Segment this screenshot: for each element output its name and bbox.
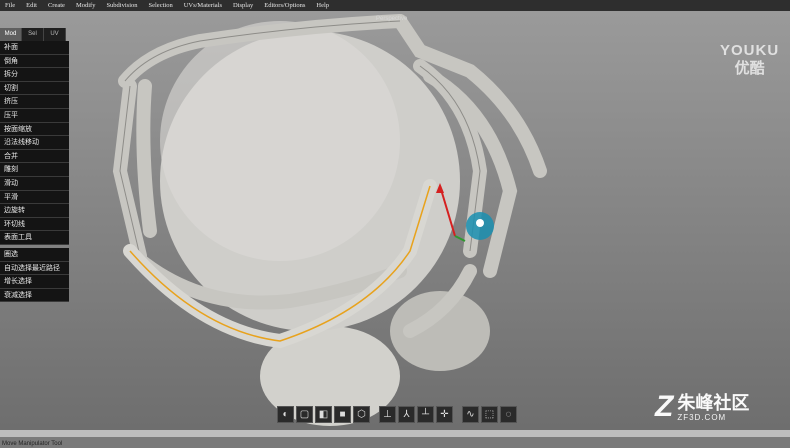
lasso-select-icon[interactable]: ◌ bbox=[500, 405, 517, 423]
menu-subdivision[interactable]: Subdivision bbox=[101, 0, 143, 11]
select-tool-button[interactable]: 增长选择 bbox=[0, 275, 69, 289]
smooth-shade-icon[interactable]: ◐ bbox=[277, 405, 294, 423]
hex-icon[interactable]: ⬡ bbox=[353, 405, 370, 423]
menu-editors-options[interactable]: Editors/Options bbox=[259, 0, 311, 11]
viewport-label: Perspective bbox=[376, 16, 408, 22]
tool-button[interactable]: 挤压 bbox=[0, 95, 69, 109]
cursor-dot bbox=[476, 219, 484, 227]
menu-create[interactable]: Create bbox=[43, 0, 71, 11]
axis-scale-icon[interactable]: ┴ bbox=[417, 405, 434, 423]
menu-edit[interactable]: Edit bbox=[21, 0, 43, 11]
wire-cube-icon[interactable]: ▢ bbox=[296, 405, 313, 423]
select-tool-button[interactable]: 圈选 bbox=[0, 247, 69, 262]
tool-button[interactable]: 环切线 bbox=[0, 217, 69, 232]
menu-display[interactable]: Display bbox=[228, 0, 259, 11]
tab-sel[interactable]: Sel bbox=[22, 28, 44, 41]
axis-world-icon[interactable]: ✛ bbox=[436, 405, 453, 423]
tool-button[interactable]: 边旋转 bbox=[0, 204, 69, 218]
tool-button[interactable]: 按面缩放 bbox=[0, 122, 69, 137]
shaded-cube-icon[interactable]: ◧ bbox=[315, 405, 332, 423]
tool-button[interactable]: 拆分 bbox=[0, 68, 69, 82]
tool-button[interactable]: 滑动 bbox=[0, 176, 69, 191]
axis-move-icon[interactable]: ⊥ bbox=[379, 405, 396, 423]
tool-list: 补面 倒角 拆分 切割 挤压 压平 按面缩放 沿法线移动 合并 雕刻 滑动 平滑… bbox=[0, 41, 70, 245]
youku-logo-cn: 优酷 bbox=[734, 60, 765, 77]
tool-button[interactable]: 倒角 bbox=[0, 54, 69, 69]
status-bar: Move Manipulator Tool bbox=[0, 430, 790, 447]
tool-button[interactable]: 平滑 bbox=[0, 190, 69, 205]
tool-button[interactable]: 沿法线移动 bbox=[0, 136, 69, 150]
select-tool-list: 圈选 自动选择最近路径 增长选择 衰减选择 bbox=[0, 247, 70, 303]
tool-panel: Mod Sel UV 补面 倒角 拆分 切割 挤压 压平 按面缩放 沿法线移动 … bbox=[0, 28, 70, 303]
box-select-icon[interactable]: ⬚ bbox=[481, 405, 498, 423]
menu-file[interactable]: File bbox=[0, 0, 21, 11]
menu-bar: File Edit Create Modify Subdivision Sele… bbox=[0, 0, 790, 11]
tool-button[interactable]: 补面 bbox=[0, 41, 69, 55]
menu-modify[interactable]: Modify bbox=[71, 0, 102, 11]
zf3d-name: 朱峰社区 bbox=[677, 392, 750, 413]
panel-tabs: Mod Sel UV bbox=[0, 28, 70, 41]
zf3d-logo-icon: Z bbox=[655, 390, 674, 423]
tool-button[interactable]: 雕刻 bbox=[0, 163, 69, 177]
menu-selection[interactable]: Selection bbox=[144, 0, 179, 11]
youku-watermark: YOUKU 优酷 bbox=[720, 42, 779, 78]
tool-button[interactable]: 切割 bbox=[0, 81, 69, 96]
tab-uv[interactable]: UV bbox=[44, 28, 66, 41]
3d-viewport[interactable]: Perspective bbox=[0, 11, 790, 430]
select-tool-button[interactable]: 衰减选择 bbox=[0, 288, 69, 303]
tab-mod[interactable]: Mod bbox=[0, 28, 22, 41]
menu-uvs-materials[interactable]: UVs/Materials bbox=[179, 0, 228, 11]
scene-render bbox=[112, 14, 547, 426]
menu-help[interactable]: Help bbox=[311, 0, 335, 11]
status-text: Move Manipulator Tool bbox=[2, 441, 63, 447]
flat-cube-icon[interactable]: ■ bbox=[334, 405, 351, 423]
tool-button[interactable]: 表面工具 bbox=[0, 231, 69, 245]
bottom-toolbar: ◐ ▢ ◧ ■ ⬡ ⊥ ⅄ ┴ ✛ ∿ ⬚ ◌ bbox=[277, 404, 517, 424]
select-tool-button[interactable]: 自动选择最近路径 bbox=[0, 261, 69, 276]
curve-select-icon[interactable]: ∿ bbox=[462, 405, 479, 423]
tool-button[interactable]: 压平 bbox=[0, 108, 69, 123]
tool-button[interactable]: 合并 bbox=[0, 149, 69, 164]
zf3d-url: ZF3D.COM bbox=[677, 412, 727, 422]
manipulator-x-axis bbox=[454, 235, 466, 242]
axis-rotate-icon[interactable]: ⅄ bbox=[398, 405, 415, 423]
zf3d-watermark: Z 朱峰社区 ZF3D.COM bbox=[655, 392, 749, 422]
